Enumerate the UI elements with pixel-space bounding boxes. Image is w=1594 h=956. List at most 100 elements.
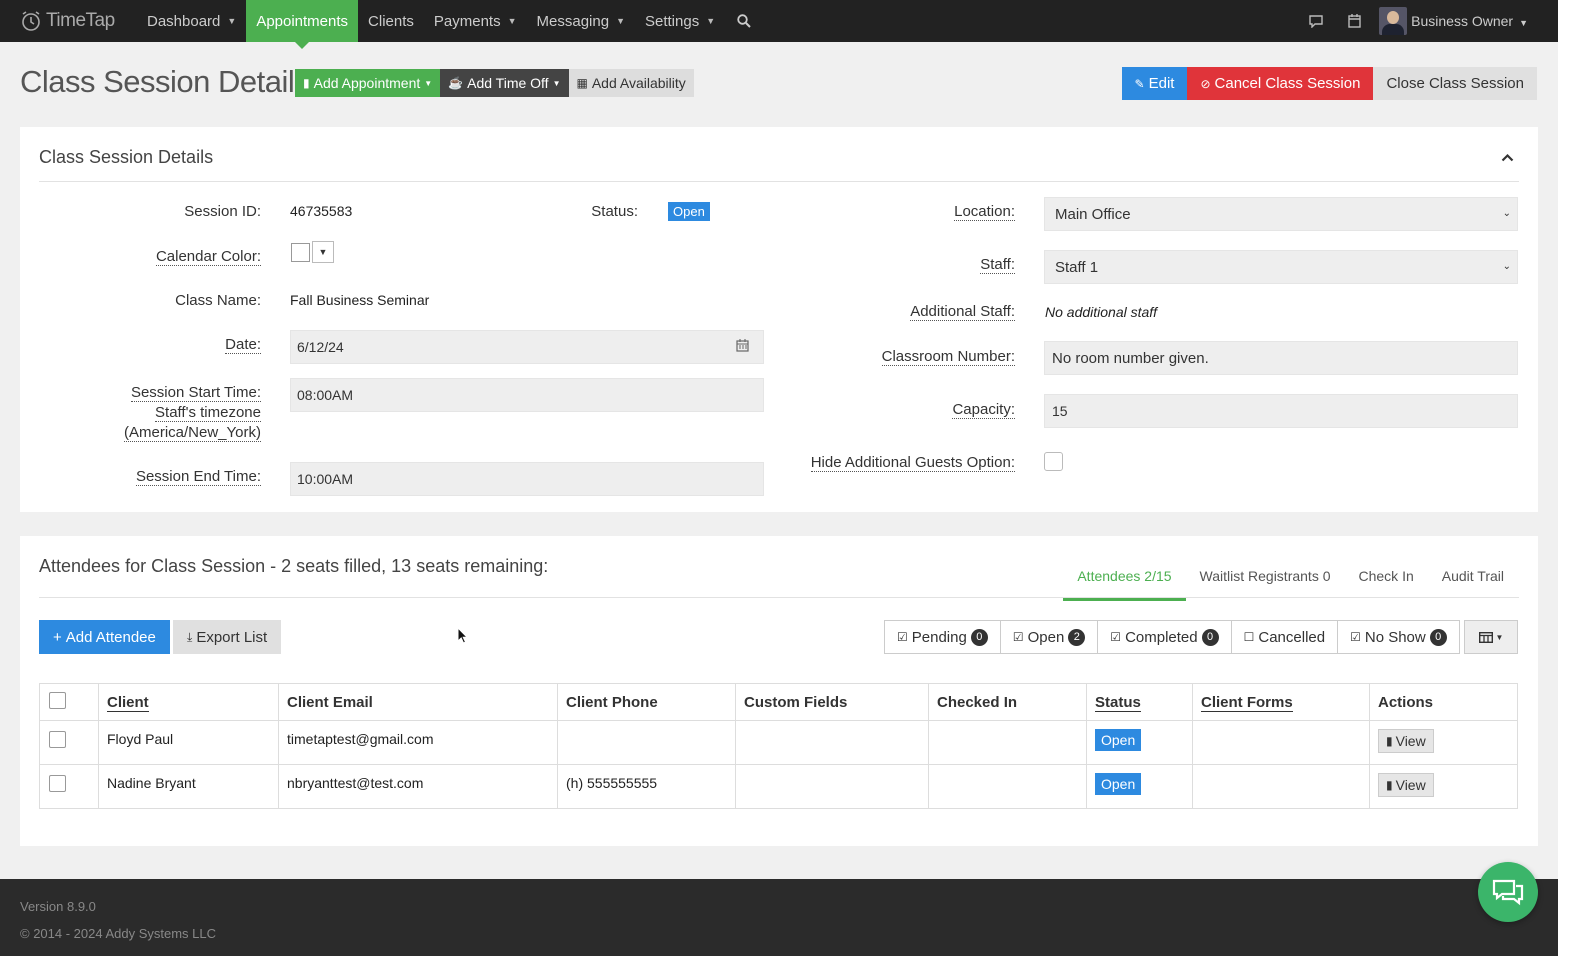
location-value: Main Office: [1055, 206, 1131, 223]
filter-no-show[interactable]: ☑ No Show 0: [1338, 621, 1459, 653]
attendees-panel: Attendees for Class Session - 2 seats fi…: [20, 536, 1538, 846]
view-button[interactable]: ▮ View: [1378, 729, 1434, 753]
copyright-text: © 2014 - 2024 Addy Systems LLC: [20, 926, 217, 941]
export-list-button[interactable]: ⤓ Export List: [173, 620, 282, 654]
date-label: Date:: [120, 335, 261, 355]
hide-guests-checkbox[interactable]: [1044, 452, 1063, 471]
checked-box-icon: ☑: [1110, 630, 1122, 644]
location-select[interactable]: Main Office ⌄: [1044, 197, 1518, 231]
client-email-cell: nbryanttest@test.com: [278, 764, 558, 809]
calendar-icon[interactable]: [736, 339, 749, 355]
status-badge[interactable]: Open: [1095, 773, 1142, 795]
row-checkbox[interactable]: [49, 775, 66, 792]
chat-icon[interactable]: [1297, 0, 1335, 42]
logo-text: TimeTap: [46, 10, 115, 31]
add-time-off-button[interactable]: ☕ Add Time Off ▼: [440, 69, 569, 97]
cancel-session-button[interactable]: ⊘ Cancel Class Session: [1187, 67, 1374, 100]
additional-staff-value: No additional staff: [1045, 304, 1158, 320]
end-time-field[interactable]: 10:00AM: [290, 462, 764, 496]
row-checkbox[interactable]: [49, 731, 66, 748]
status-cell: Open: [1086, 764, 1193, 809]
chevron-down-icon: ▼: [227, 16, 237, 26]
chevron-down-icon: ▼: [507, 16, 517, 26]
nav-settings[interactable]: Settings ▼: [635, 0, 725, 42]
staff-select[interactable]: Staff 1 ⌄: [1044, 250, 1518, 284]
calendar-color-label: Calendar Color:: [120, 247, 261, 267]
column-header-status[interactable]: Status: [1086, 683, 1193, 721]
attendees-title: Attendees for Class Session - 2 seats fi…: [39, 556, 549, 576]
attendees-table: Client Client Email Client Phone Custom …: [39, 683, 1518, 809]
filter-label: Completed: [1125, 628, 1198, 646]
button-label: View: [1395, 777, 1426, 793]
label-text: Additional Staff:: [910, 303, 1015, 321]
table-header-row: Client Client Email Client Phone Custom …: [39, 683, 1518, 721]
capacity-label: Capacity:: [800, 400, 1015, 420]
add-availability-button[interactable]: ▦ Add Availability: [568, 69, 694, 97]
custom-fields-cell: [735, 764, 929, 809]
client-name-cell[interactable]: Nadine Bryant: [98, 764, 279, 809]
tab-audit-trail[interactable]: Audit Trail: [1428, 554, 1518, 601]
chevron-down-icon: ▼: [706, 16, 716, 26]
filter-completed[interactable]: ☑ Completed 0: [1098, 621, 1232, 653]
column-header-client-forms[interactable]: Client Forms: [1192, 683, 1370, 721]
column-header-actions: Actions: [1369, 683, 1518, 721]
column-toggle-button[interactable]: ▼: [1464, 620, 1518, 654]
label-text: Date:: [225, 336, 261, 354]
capacity-field[interactable]: 15: [1044, 394, 1518, 428]
status-label: Status:: [591, 203, 638, 220]
close-session-button[interactable]: Close Class Session: [1373, 67, 1537, 100]
search-icon[interactable]: [725, 0, 763, 42]
pencil-icon: ✎: [1134, 76, 1145, 91]
nav-messaging[interactable]: Messaging ▼: [527, 0, 635, 42]
add-attendee-button[interactable]: + Add Attendee: [39, 620, 170, 654]
edit-button[interactable]: ✎ Edit: [1121, 67, 1188, 100]
column-header-custom-fields: Custom Fields: [735, 683, 929, 721]
add-appointment-button[interactable]: ▮ Add Appointment ▼: [295, 69, 441, 97]
select-all-checkbox[interactable]: [49, 691, 66, 709]
view-button[interactable]: ▮ View: [1378, 773, 1434, 797]
nav-appointments[interactable]: Appointments: [246, 0, 359, 49]
caret-down-icon[interactable]: ▼: [312, 241, 334, 263]
start-time-field[interactable]: 08:00AM: [290, 378, 764, 412]
nav-label: Clients: [368, 12, 414, 30]
label-text: Hide Additional Guests Option:: [810, 454, 1015, 472]
tab-waitlist[interactable]: Waitlist Registrants 0: [1186, 554, 1345, 601]
version-text: Version 8.9.0: [20, 899, 96, 914]
column-header-client[interactable]: Client: [98, 683, 279, 721]
nav-payments[interactable]: Payments ▼: [424, 0, 527, 42]
tab-check-in[interactable]: Check In: [1345, 554, 1428, 601]
timetap-logo[interactable]: TimeTap: [0, 0, 128, 42]
nav-label: Payments: [433, 12, 501, 30]
button-label: View: [1395, 733, 1426, 749]
live-chat-button[interactable]: [1478, 862, 1538, 922]
status-badge[interactable]: Open: [1095, 729, 1142, 751]
status-badge: Open: [668, 202, 710, 221]
user-menu[interactable]: Business Owner ▼: [1411, 13, 1528, 29]
nav-clients[interactable]: Clients: [358, 0, 424, 42]
calendar-color-swatch[interactable]: [291, 243, 310, 262]
ban-icon: ⊘: [1200, 76, 1211, 91]
column-header-phone: Client Phone: [557, 683, 736, 721]
avatar[interactable]: [1379, 7, 1408, 35]
table-row: Floyd Paul timetaptest@gmail.com Open ▮ V…: [39, 720, 1518, 765]
classroom-field[interactable]: No room number given.: [1044, 341, 1518, 375]
status-filters: ☑ Pending 0 ☑ Open 2 ☑ Completed 0 ☐ Cancelled …: [884, 620, 1460, 654]
logo-clock-icon: [22, 11, 40, 31]
filter-pending[interactable]: ☑ Pending 0: [885, 621, 1001, 653]
tab-attendees[interactable]: Attendees 2/15: [1063, 554, 1186, 601]
class-name-value: Fall Business Seminar: [290, 292, 430, 308]
client-name-cell[interactable]: Floyd Paul: [98, 720, 279, 765]
class-name-label: Class Name:: [175, 292, 261, 309]
label-text: Session End Time:: [135, 468, 261, 486]
header-text: Client Forms: [1201, 693, 1293, 712]
custom-fields-cell: [735, 720, 929, 765]
filter-cancelled[interactable]: ☐ Cancelled: [1232, 621, 1339, 653]
filter-open[interactable]: ☑ Open 2: [1001, 621, 1099, 653]
calendar-icon[interactable]: [1335, 0, 1373, 42]
chevron-up-icon[interactable]: [1501, 149, 1514, 165]
filter-label: No Show: [1364, 628, 1426, 646]
row-select-cell: [39, 720, 99, 765]
button-label: Edit: [1148, 75, 1175, 92]
date-field[interactable]: 6/12/24: [290, 330, 764, 364]
nav-dashboard[interactable]: Dashboard ▼: [137, 0, 246, 42]
